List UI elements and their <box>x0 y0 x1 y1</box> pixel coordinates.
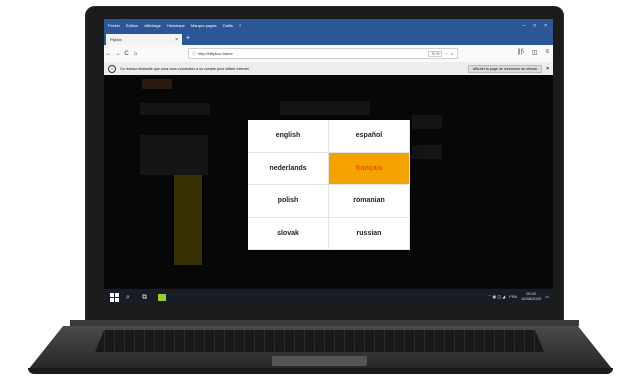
menu-tools[interactable]: Outils <box>223 23 233 28</box>
menu-view[interactable]: Affichage <box>144 23 161 28</box>
minimize-button[interactable]: – <box>522 23 525 29</box>
dimmed-block <box>280 101 370 115</box>
menu-file[interactable]: Fichier <box>108 23 120 28</box>
tab-title: Flybox <box>110 37 122 42</box>
language-option-polish[interactable]: polish <box>248 185 329 218</box>
info-icon: i <box>108 64 116 73</box>
language-option-nederlands[interactable]: nederlands <box>248 152 329 185</box>
home-icon[interactable]: ⌂ <box>131 51 140 57</box>
bookmark-star-icon[interactable]: ☆ <box>450 51 454 56</box>
windows-start-icon[interactable] <box>110 293 119 302</box>
laptop-hinge <box>70 320 579 326</box>
clock[interactable]: 00:02 16/08/2020 <box>521 291 541 301</box>
site-logo <box>142 79 172 89</box>
tab-close-icon[interactable]: × <box>175 37 178 43</box>
back-icon[interactable]: ← <box>104 51 113 57</box>
clock-date: 16/08/2020 <box>521 296 542 301</box>
language-option-espanol[interactable]: español <box>329 120 410 153</box>
notice-text: Ce réseau nécessite que vous vous connec… <box>120 66 250 71</box>
page-actions-icon[interactable]: ··· <box>444 51 448 56</box>
dimmed-block <box>412 145 442 159</box>
notice-close-icon[interactable]: × <box>542 66 553 72</box>
close-window-button[interactable]: × <box>544 23 547 29</box>
menu-edit[interactable]: Édition <box>126 23 138 28</box>
language-option-english[interactable]: english <box>248 120 329 153</box>
menu-help[interactable]: ? <box>239 23 241 28</box>
tab-bar: Flybox × + <box>104 32 553 45</box>
search-icon[interactable]: ⌕ <box>126 293 130 302</box>
url-text: http://Nflybox.frame <box>198 51 233 56</box>
library-icon[interactable]: |||\ <box>517 49 523 56</box>
laptop-touchpad <box>272 356 367 366</box>
navigation-bar: ← → C ⌂ ⓘ http://Nflybox.frame 70 % ··· … <box>104 45 553 62</box>
notifications-icon[interactable]: ▭ <box>545 294 549 299</box>
system-tray: ⌃ ▣ ◫ ◢ FRA 00:02 16/08/2020 ▭ <box>488 291 549 301</box>
open-login-page-button[interactable]: Afficher la page de connexion du réseau <box>467 64 543 73</box>
menu-bookmarks[interactable]: Marque-pages <box>191 23 217 28</box>
dimmed-banner <box>174 175 202 265</box>
language-picker: english español nederlands français poli… <box>248 120 410 250</box>
tray-icons[interactable]: ⌃ ▣ ◫ ◢ <box>488 294 505 299</box>
input-language[interactable]: FRA <box>509 294 517 299</box>
sidebar-icon[interactable]: ◫ <box>532 49 538 56</box>
zoom-level[interactable]: 70 % <box>428 50 443 57</box>
tab-flybox[interactable]: Flybox × <box>106 34 182 45</box>
maximize-button[interactable]: □ <box>533 23 536 29</box>
reload-icon[interactable]: C <box>122 51 131 57</box>
laptop-keyboard <box>95 330 544 352</box>
windows-taskbar: ⌕ ⧉ ⌃ ▣ ◫ ◢ FRA 00:02 16/08/2020 ▭ <box>104 289 553 306</box>
page-info-icon[interactable]: ⓘ <box>192 51 196 57</box>
dimmed-block <box>140 103 210 115</box>
language-option-romanian[interactable]: romanian <box>329 185 410 218</box>
dimmed-block <box>140 135 208 175</box>
language-option-slovak[interactable]: slovak <box>248 217 329 250</box>
new-tab-button[interactable]: + <box>186 34 190 43</box>
dimmed-block <box>412 115 442 129</box>
laptop-base-edge <box>28 368 613 374</box>
hamburger-menu-icon[interactable]: ≡ <box>545 49 549 56</box>
menu-history[interactable]: Historique <box>167 23 185 28</box>
task-view-icon[interactable]: ⧉ <box>142 293 147 302</box>
language-option-russian[interactable]: russian <box>329 217 410 250</box>
forward-icon[interactable]: → <box>113 51 122 57</box>
menu-bar: Fichier Édition Affichage Historique Mar… <box>104 19 553 32</box>
app-icon[interactable] <box>158 294 166 301</box>
language-option-francais[interactable]: français <box>329 152 410 185</box>
address-bar[interactable]: ⓘ http://Nflybox.frame 70 % ··· ☆ <box>188 48 458 59</box>
captive-portal-notice: i Ce réseau nécessite que vous vous conn… <box>104 62 553 75</box>
